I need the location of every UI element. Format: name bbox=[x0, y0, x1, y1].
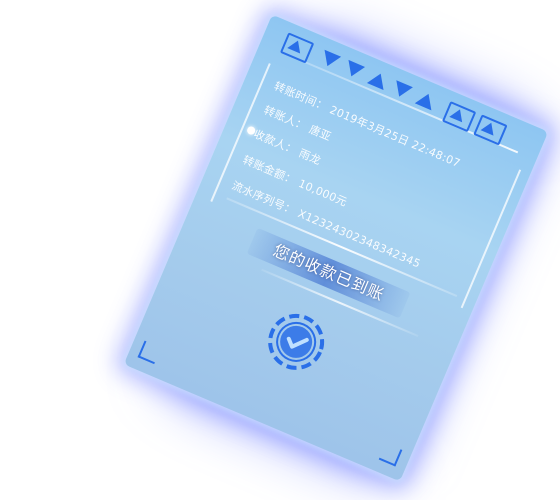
checkmark-badge-icon bbox=[257, 303, 336, 382]
row-value: 雨龙 bbox=[297, 146, 323, 168]
triangle-chevron-icon bbox=[441, 101, 477, 133]
triangle-chevron-icon bbox=[343, 59, 366, 80]
triangle-chevron-icon bbox=[414, 90, 437, 111]
corner-bracket-icon bbox=[378, 442, 403, 467]
triangle-chevron-icon bbox=[390, 80, 413, 101]
triangle-chevron-icon bbox=[319, 49, 342, 70]
triangle-chevron-icon bbox=[473, 114, 508, 146]
stage: 转账时间：2019年3月25日 22:48:07 转账人：唐亚 收款人：雨龙 转… bbox=[0, 0, 560, 500]
triangle-chevron-icon bbox=[279, 32, 315, 64]
row-value: 唐亚 bbox=[307, 122, 334, 144]
triangle-chevron-icon bbox=[366, 70, 389, 91]
corner-bracket-icon bbox=[137, 340, 162, 365]
row-label: 收款人： bbox=[251, 127, 299, 158]
row-value: 10,000元 bbox=[296, 176, 350, 210]
row-label: 转账人： bbox=[261, 103, 309, 134]
receipt-info: 转账时间：2019年3月25日 22:48:07 转账人：唐亚 收款人：雨龙 转… bbox=[210, 63, 522, 309]
transfer-receipt-card: 转账时间：2019年3月25日 22:48:07 转账人：唐亚 收款人：雨龙 转… bbox=[123, 14, 549, 482]
